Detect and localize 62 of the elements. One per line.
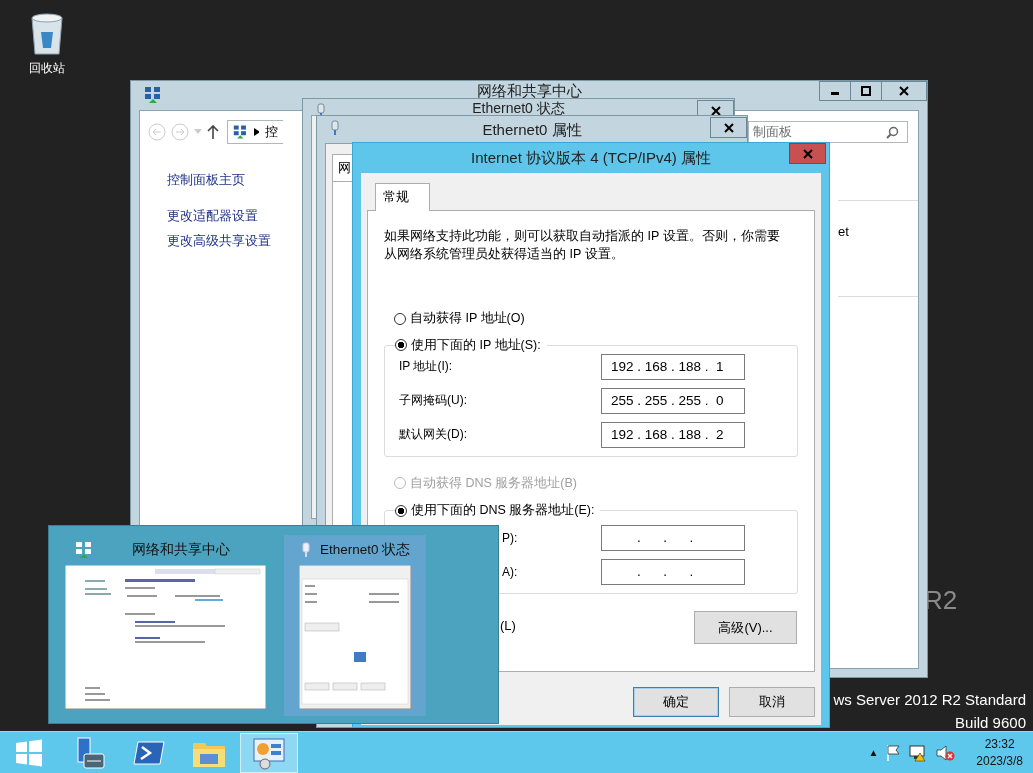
preview-item[interactable]: Ethernet0 状态: [284, 535, 427, 716]
dialog-title: Internet 协议版本 4 (TCP/IPv4) 属性: [470, 149, 712, 168]
close-button[interactable]: [881, 81, 927, 101]
taskbar-button[interactable]: [240, 732, 298, 773]
window-title: Ethernet0 属性: [482, 121, 582, 140]
build-text: Build 9600: [955, 713, 1026, 733]
preview-title: Ethernet0 状态: [320, 541, 411, 559]
minimize-button[interactable]: [819, 81, 851, 101]
field-label: P):: [502, 531, 518, 545]
description-text: 如果网络支持此功能，则可以获取自动指派的 IP 设置。否则，你需要从网络系统管理员处获得适当的 IP 设置。: [384, 228, 781, 263]
volume-muted-icon[interactable]: [935, 743, 956, 762]
desktop-icon-label[interactable]: 回收站: [29, 60, 65, 77]
checkbox-label: (L): [500, 618, 516, 633]
ok-button[interactable]: 确定: [633, 687, 719, 717]
field-label: A):: [502, 565, 518, 579]
search-icon: [886, 125, 899, 139]
radio-button[interactable]: [395, 504, 407, 517]
recycle-bin-icon[interactable]: [28, 10, 66, 56]
preview-item[interactable]: 网络和共享中心: [57, 535, 274, 716]
edition-text: ws Server 2012 R2 Standard: [833, 690, 1026, 710]
cancel-button[interactable]: 取消: [729, 687, 815, 717]
radio-option[interactable]: 使用下面的 IP 地址(S):: [395, 336, 547, 354]
window-title: 网络和共享中心: [476, 82, 582, 101]
sidebar-link[interactable]: 更改适配器设置: [167, 203, 258, 228]
radio-option[interactable]: 使用下面的 DNS 服务器地址(E):: [395, 502, 601, 519]
plug-icon: [331, 120, 339, 136]
preview-title: 网络和共享中心: [130, 541, 231, 559]
ip-address-field[interactable]: 255 . 255 . 255 . 0: [601, 387, 745, 414]
field-label: 子网掩码(U):: [399, 392, 467, 409]
network-warning-icon[interactable]: [908, 743, 929, 762]
close-icon: [802, 148, 813, 159]
close-button[interactable]: [710, 117, 747, 138]
tab[interactable]: 常规: [375, 183, 430, 211]
sidebar-link[interactable]: 控制面板主页: [167, 167, 245, 192]
close-icon: [723, 122, 734, 133]
address-bar[interactable]: 控: [227, 120, 283, 144]
window-title: Ethernet0 状态: [472, 100, 565, 118]
plug-icon: [302, 542, 310, 558]
tab[interactable]: 网: [332, 154, 352, 181]
windows-logo-icon: [14, 737, 44, 768]
field-label: 默认网关(D):: [399, 426, 467, 443]
close-icon: [899, 86, 909, 96]
show-hidden-icons-button[interactable]: ▲: [868, 747, 879, 758]
radio-button[interactable]: [395, 339, 407, 351]
flag-icon[interactable]: [885, 743, 902, 762]
close-icon: [710, 105, 721, 116]
field-label: IP 地址(I):: [399, 358, 453, 375]
maximize-icon: [861, 86, 871, 96]
text-fragment: et: [838, 224, 850, 239]
sidebar-link[interactable]: 更改高级共享设置: [167, 228, 271, 253]
maximize-button[interactable]: [850, 81, 882, 101]
radio-button[interactable]: [394, 312, 406, 325]
clock-time[interactable]: 23:32: [984, 735, 1015, 753]
ip-address-field[interactable]: . . .: [601, 525, 745, 551]
ip-address-field[interactable]: 192 . 168 . 188 . 2: [601, 421, 745, 448]
advanced-button[interactable]: 高级(V)...: [694, 611, 797, 644]
up-arrow-icon[interactable]: [207, 125, 219, 139]
network-icon: [144, 86, 162, 104]
ip-address-field[interactable]: . . .: [601, 559, 745, 585]
clock-date[interactable]: 2023/3/8: [976, 752, 1023, 770]
ip-address-field[interactable]: 192 . 168 . 188 . 1: [601, 353, 745, 380]
network-icon: [75, 541, 93, 559]
